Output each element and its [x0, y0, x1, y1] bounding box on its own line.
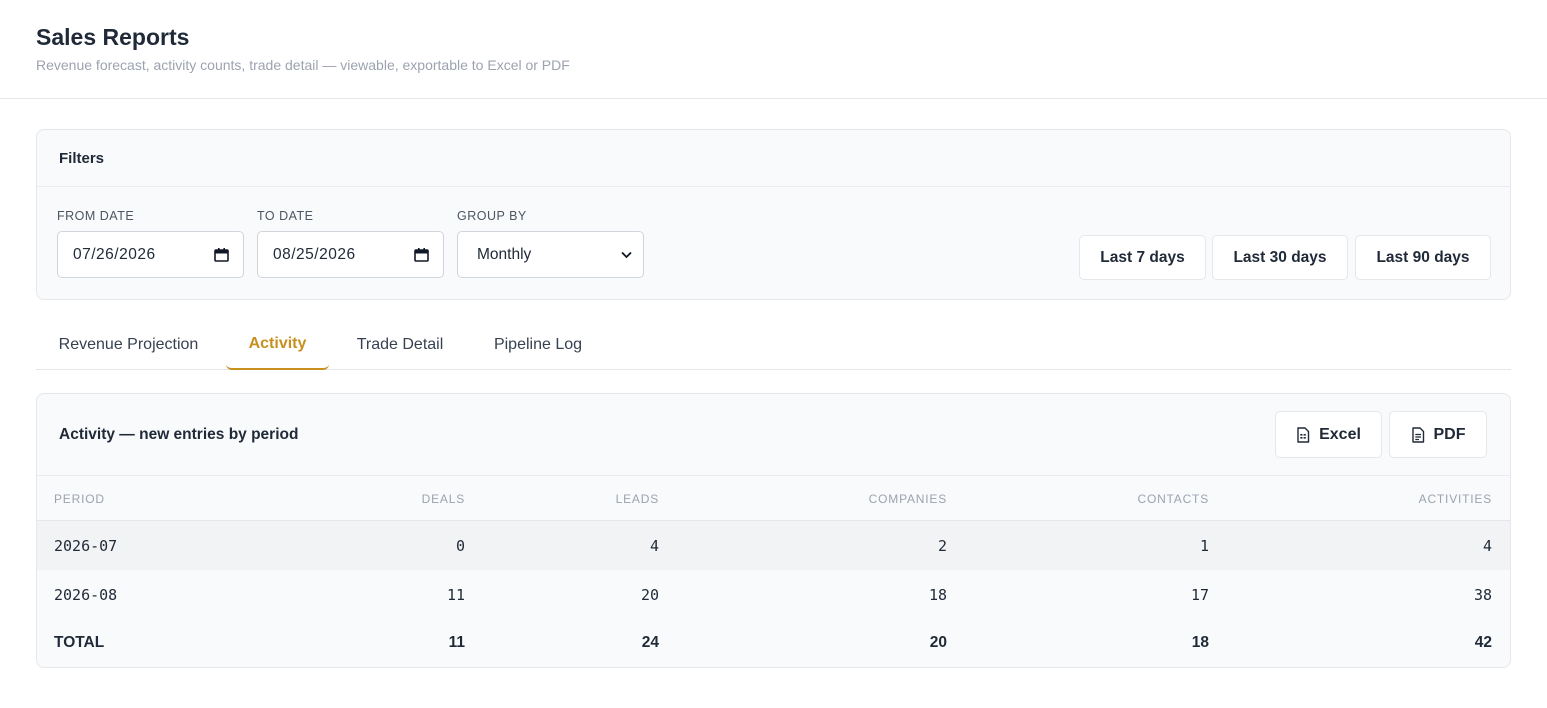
calendar-icon[interactable]: [214, 247, 229, 262]
export-excel-label: Excel: [1319, 425, 1361, 443]
cell-deals: 0: [455, 537, 465, 555]
cell-contacts: 1: [1199, 537, 1209, 555]
table-row: 2026-07 0 4 2 1 4: [37, 521, 1510, 570]
col-companies[interactable]: COMPANIES: [869, 492, 947, 506]
cell-period: 2026-07: [54, 537, 118, 555]
from-date-label: FROM DATE: [57, 209, 135, 223]
filters-title: Filters: [37, 130, 1510, 187]
total-contacts: 18: [1191, 634, 1209, 651]
page-title: Sales Reports: [36, 24, 190, 50]
col-deals[interactable]: DEALS: [422, 492, 465, 506]
col-period[interactable]: PERIOD: [54, 492, 105, 506]
activity-title: Activity — new entries by period: [59, 426, 299, 443]
from-date-input[interactable]: 07/26/2026: [57, 231, 244, 278]
from-date-value: 07/26/2026: [73, 245, 156, 263]
total-companies: 20: [929, 634, 947, 651]
group-by-value: Monthly: [477, 245, 532, 263]
calendar-icon[interactable]: [414, 247, 429, 262]
group-by-select[interactable]: Monthly: [457, 231, 644, 278]
from-date-field: FROM DATE 07/26/2026: [57, 209, 244, 278]
activity-card-header: Activity — new entries by period Excel P…: [37, 394, 1510, 476]
cell-companies: 2: [937, 537, 947, 555]
col-activities[interactable]: ACTIVITIES: [1419, 492, 1492, 506]
export-excel-button[interactable]: Excel: [1275, 411, 1382, 458]
to-date-input[interactable]: 08/25/2026: [257, 231, 444, 278]
last-7-days-button[interactable]: Last 7 days: [1079, 235, 1206, 280]
page-subtitle: Revenue forecast, activity counts, trade…: [36, 57, 570, 73]
cell-activities: 38: [1473, 586, 1492, 604]
cell-companies: 18: [928, 586, 947, 604]
col-contacts[interactable]: CONTACTS: [1137, 492, 1209, 506]
cell-activities: 4: [1482, 537, 1492, 555]
total-deals: 11: [448, 634, 465, 651]
tab-activity[interactable]: Activity: [226, 320, 329, 370]
cell-deals: 11: [446, 586, 465, 604]
tab-revenue-projection[interactable]: Revenue Projection: [36, 320, 221, 370]
table-row: 2026-08 11 20 18 17 38: [37, 570, 1510, 619]
last-90-days-button[interactable]: Last 90 days: [1355, 235, 1491, 280]
page-header: Sales Reports Revenue forecast, activity…: [0, 0, 1547, 99]
chevron-down-icon: [621, 251, 632, 259]
last-30-days-button[interactable]: Last 30 days: [1212, 235, 1348, 280]
export-pdf-label: PDF: [1433, 425, 1466, 443]
document-icon: [1411, 426, 1424, 443]
report-tabs: Revenue Projection Activity Trade Detail…: [36, 320, 1511, 370]
to-date-label: TO DATE: [257, 209, 314, 223]
cell-period: 2026-08: [54, 586, 118, 604]
total-label: TOTAL: [54, 634, 105, 651]
activity-card: Activity — new entries by period Excel P…: [36, 393, 1511, 668]
to-date-field: TO DATE 08/25/2026: [257, 209, 444, 278]
cell-leads: 20: [640, 586, 659, 604]
table-header: PERIOD DEALS LEADS COMPANIES CONTACTS AC…: [37, 476, 1510, 521]
tab-trade-detail[interactable]: Trade Detail: [340, 320, 460, 370]
to-date-value: 08/25/2026: [273, 245, 356, 263]
total-leads: 24: [641, 634, 659, 651]
spreadsheet-icon: [1297, 426, 1310, 443]
total-row: TOTAL 11 24 20 18 42: [37, 619, 1510, 667]
tab-pipeline-log[interactable]: Pipeline Log: [480, 320, 596, 370]
filters-card: Filters FROM DATE 07/26/2026 TO DATE 08/…: [36, 129, 1511, 300]
group-by-field: GROUP BY Monthly: [457, 209, 644, 278]
total-activities: 42: [1474, 634, 1492, 651]
cell-leads: 4: [649, 537, 659, 555]
export-pdf-button[interactable]: PDF: [1389, 411, 1487, 458]
cell-contacts: 17: [1190, 586, 1209, 604]
group-by-label: GROUP BY: [457, 209, 527, 223]
col-leads[interactable]: LEADS: [616, 492, 659, 506]
